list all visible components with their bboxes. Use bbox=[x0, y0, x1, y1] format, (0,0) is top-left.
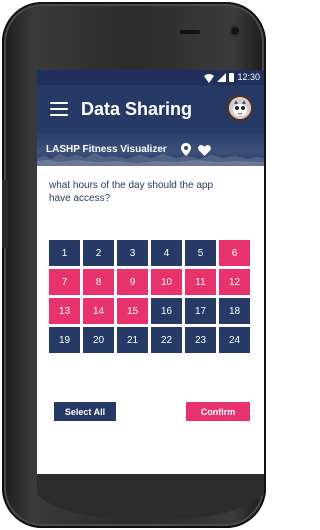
avatar[interactable] bbox=[227, 95, 253, 121]
hour-cell[interactable]: 11 bbox=[185, 269, 216, 295]
hour-cell[interactable]: 23 bbox=[185, 327, 216, 353]
hour-cell[interactable]: 6 bbox=[219, 240, 250, 266]
access-question: what hours of the day should the app hav… bbox=[49, 180, 214, 204]
hour-cell[interactable]: 4 bbox=[151, 240, 182, 266]
hour-cell[interactable]: 17 bbox=[185, 298, 216, 324]
location-pin-icon[interactable] bbox=[181, 143, 191, 156]
menu-icon[interactable] bbox=[50, 102, 68, 116]
hour-cell[interactable]: 12 bbox=[219, 269, 250, 295]
hour-cell[interactable]: 8 bbox=[83, 269, 114, 295]
hour-cell[interactable]: 18 bbox=[219, 298, 250, 324]
hour-cell[interactable]: 2 bbox=[83, 240, 114, 266]
hour-cell[interactable]: 16 bbox=[151, 298, 182, 324]
front-camera bbox=[229, 25, 241, 37]
hour-cell[interactable]: 3 bbox=[117, 240, 148, 266]
hour-cell[interactable]: 13 bbox=[49, 298, 80, 324]
app-banner: LASHP Fitness Visualizer bbox=[37, 133, 264, 166]
heart-icon[interactable] bbox=[198, 144, 211, 156]
hour-grid: 1 2 3 4 5 6 7 8 9 10 11 12 13 14 15 16 17 18 19 20 21 22 23 24 bbox=[49, 240, 250, 358]
status-icons: 12:30 bbox=[204, 72, 260, 83]
hour-cell[interactable]: 14 bbox=[83, 298, 114, 324]
battery-icon bbox=[229, 73, 235, 82]
hour-cell[interactable]: 21 bbox=[117, 327, 148, 353]
signal-icon bbox=[217, 73, 227, 82]
hour-cell[interactable]: 9 bbox=[117, 269, 148, 295]
phone-frame: 12:30 Data Sharing LASHP Fitness Visuali… bbox=[2, 2, 266, 528]
hour-cell[interactable]: 10 bbox=[151, 269, 182, 295]
select-all-button[interactable]: Select All bbox=[54, 402, 116, 421]
speaker-grille bbox=[180, 30, 200, 34]
hour-cell[interactable]: 24 bbox=[219, 327, 250, 353]
hour-cell[interactable]: 19 bbox=[49, 327, 80, 353]
hour-cell[interactable]: 1 bbox=[49, 240, 80, 266]
hour-cell[interactable]: 7 bbox=[49, 269, 80, 295]
phone-chin bbox=[37, 474, 264, 520]
hour-cell[interactable]: 20 bbox=[83, 327, 114, 353]
banner-app-name: LASHP Fitness Visualizer bbox=[46, 144, 167, 155]
hour-cell[interactable]: 15 bbox=[117, 298, 148, 324]
page-title: Data Sharing bbox=[81, 99, 193, 119]
app-screen: 12:30 Data Sharing LASHP Fitness Visuali… bbox=[37, 70, 264, 474]
hour-cell[interactable]: 22 bbox=[151, 327, 182, 353]
confirm-button[interactable]: Confirm bbox=[186, 402, 250, 421]
wifi-icon bbox=[204, 73, 215, 83]
side-button bbox=[2, 180, 8, 248]
status-clock: 12:30 bbox=[237, 72, 260, 82]
app-bar: Data Sharing bbox=[37, 85, 264, 133]
hour-cell[interactable]: 5 bbox=[185, 240, 216, 266]
status-bar: 12:30 bbox=[37, 70, 264, 85]
